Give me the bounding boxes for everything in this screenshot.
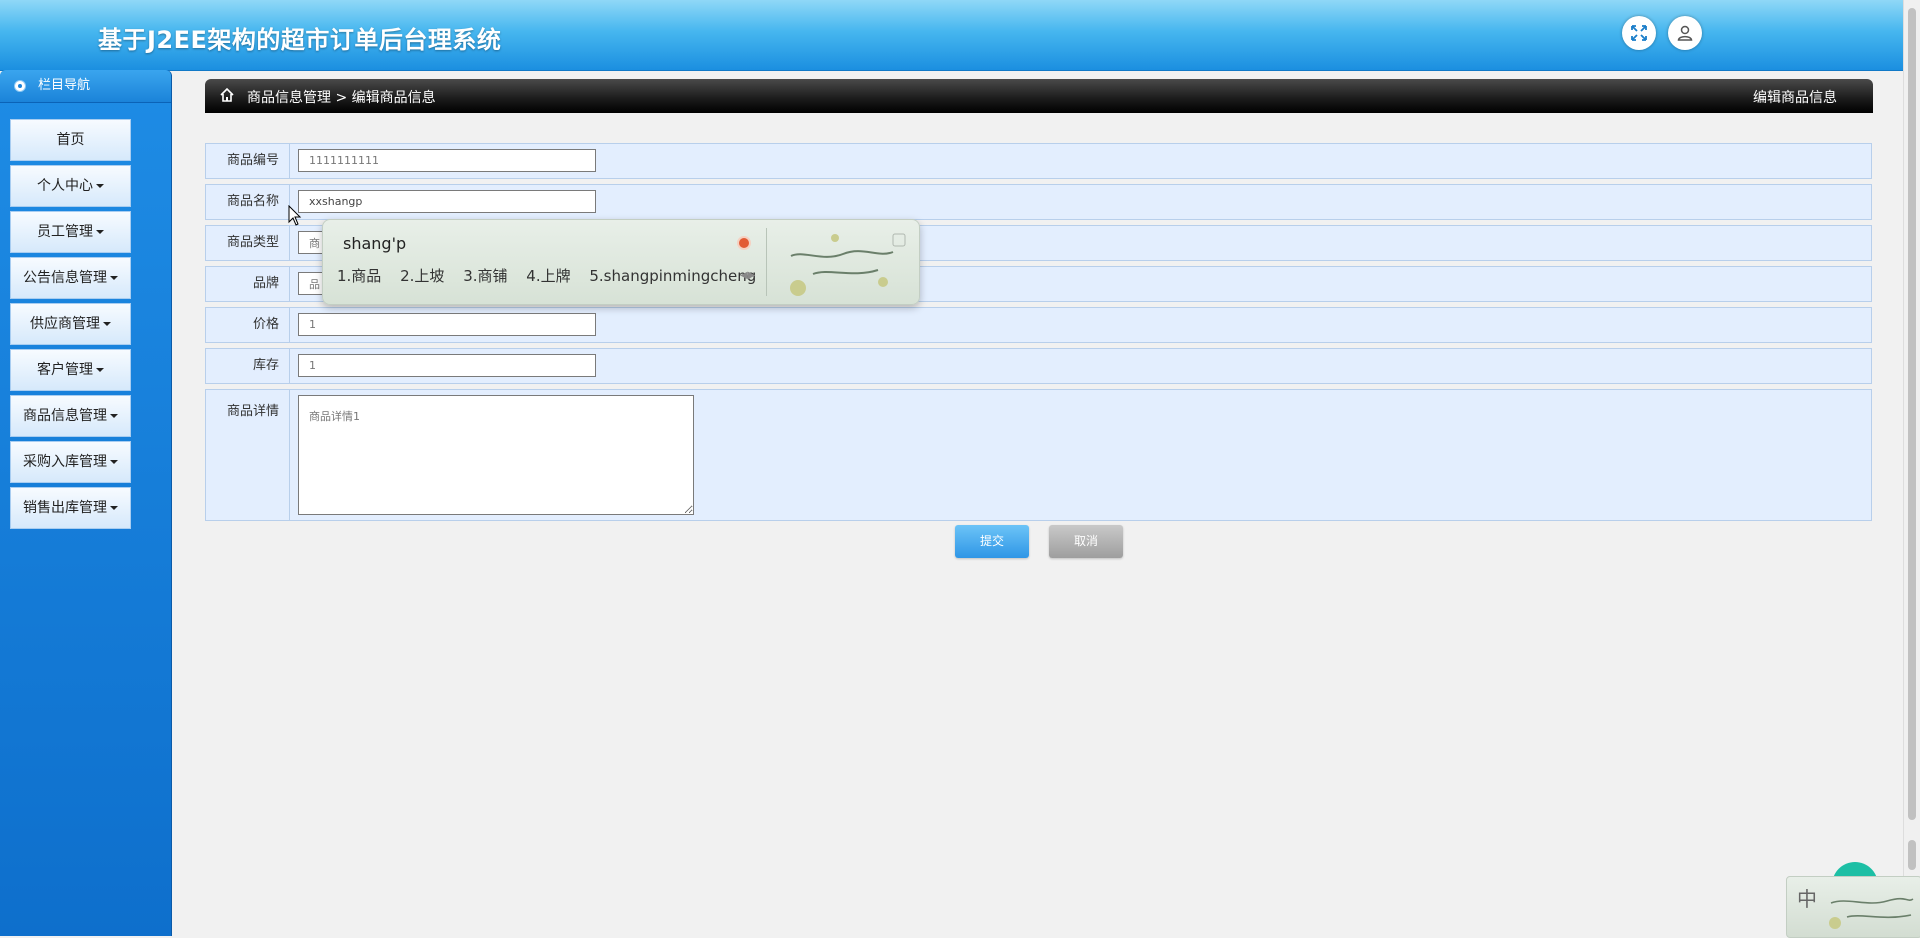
form-row-product-code: 商品编号 [205,143,1872,179]
user-button[interactable] [1668,16,1702,50]
caret-down-icon [96,368,104,372]
sidebar-item-label: 采购入库管理 [23,454,107,470]
ime-candidate[interactable]: 2.上坡 [400,267,444,285]
field-label: 商品详情 [206,390,290,520]
breadcrumb-current: 编辑商品信息 [351,90,436,106]
breadcrumb-path: 商品信息管理 > 编辑商品信息 [247,87,436,107]
sidebar-item-label: 供应商管理 [30,316,100,332]
sidebar-item-label: 首页 [56,132,85,148]
ime-candidate[interactable]: 1.商品 [337,267,381,285]
home-icon[interactable] [219,87,235,107]
form-row-price: 价格 [205,307,1872,343]
breadcrumb-section[interactable]: 商品信息管理 [247,90,331,106]
product-name-input[interactable] [298,190,596,213]
ime-candidate-window: shang'p 1.商品 2.上坡 3.商铺 4.上牌 5.shangpinmi… [322,219,920,305]
sidebar-item-personal-center[interactable]: 个人中心 [10,165,131,207]
sidebar-title: 栏目导航 [38,78,91,93]
sidebar-item-label: 销售出库管理 [23,500,107,516]
ime-mode-indicator[interactable]: 中 [1797,883,1817,912]
page-title: 编辑商品信息 [1753,90,1837,106]
ime-tray-art-icon [1829,897,1914,929]
sidebar-item-label: 个人中心 [37,178,93,194]
submit-button[interactable]: 提交 [955,525,1029,558]
caret-down-icon [96,184,104,188]
sidebar-header: 栏目导航 [0,70,171,103]
scrollbar-thumb[interactable] [1908,8,1916,820]
ime-candidate-list: 1.商品 2.上坡 3.商铺 4.上牌 5.shangpinmingcheng [337,265,770,286]
sidebar-item-products[interactable]: 商品信息管理 [10,395,131,437]
top-header: 基于J2EE架构的超市订单后台理系统 [0,0,1904,71]
ime-candidate[interactable]: 3.商铺 [463,267,507,285]
product-code-input[interactable] [298,149,596,172]
field-label: 商品名称 [206,185,290,219]
sidebar-item-notices[interactable]: 公告信息管理 [10,257,131,299]
sidebar-item-staff[interactable]: 员工管理 [10,211,131,253]
ime-logo-icon[interactable] [737,236,751,250]
caret-down-icon [103,322,111,326]
field-label: 品牌 [206,267,290,301]
stock-input[interactable] [298,354,596,377]
caret-down-icon [110,506,118,510]
app-title: 基于J2EE架构的超市订单后台理系统 [98,26,502,54]
nav-bullet-icon [14,80,26,92]
form-row-stock: 库存 [205,348,1872,384]
field-label: 价格 [206,308,290,342]
ime-page-arrows-icon[interactable]: ◀▶ [740,270,755,281]
field-label: 库存 [206,349,290,383]
sidebar-item-customers[interactable]: 客户管理 [10,349,131,391]
sidebar-item-home[interactable]: 首页 [10,119,131,161]
expand-icon [1631,25,1647,41]
field-label: 商品类型 [206,226,290,260]
page-scrollbar[interactable] [1903,0,1920,936]
ime-divider [766,228,767,296]
user-icon [1677,25,1693,41]
sidebar-item-label: 商品信息管理 [23,408,107,424]
ime-composition: shang'p [343,234,407,253]
caret-down-icon [110,460,118,464]
caret-down-icon [96,230,104,234]
ime-skin-art-icon [790,233,906,296]
sidebar-item-label: 员工管理 [37,224,93,240]
scrollbar-thumb-secondary[interactable] [1908,840,1916,870]
field-label: 商品编号 [206,144,290,178]
caret-down-icon [110,276,118,280]
form-row-detail: 商品详情 商品详情1 [205,389,1872,521]
cancel-button[interactable]: 取消 [1049,525,1123,558]
breadcrumb: 商品信息管理 > 编辑商品信息 编辑商品信息 [205,79,1873,113]
sidebar-item-sales-outbound[interactable]: 销售出库管理 [10,487,131,529]
sidebar-item-label: 客户管理 [37,362,93,378]
fullscreen-button[interactable] [1622,16,1656,50]
ime-candidate[interactable]: 5.shangpinmingcheng [589,267,756,285]
form-row-product-name: 商品名称 [205,184,1872,220]
sidebar: 栏目导航 首页 个人中心 员工管理 公告信息管理 供应商管理 客户管理 商品信息… [0,70,172,936]
ime-candidate[interactable]: 4.上牌 [526,267,570,285]
sidebar-item-suppliers[interactable]: 供应商管理 [10,303,131,345]
product-detail-textarea[interactable]: 商品详情1 [298,395,694,515]
ime-status-tray[interactable]: 中 [1786,876,1920,938]
mouse-cursor-icon [288,205,302,226]
caret-down-icon [110,414,118,418]
sidebar-item-purchase-inbound[interactable]: 采购入库管理 [10,441,131,483]
breadcrumb-separator: > [335,90,348,106]
price-input[interactable] [298,313,596,336]
sidebar-item-label: 公告信息管理 [23,270,107,286]
